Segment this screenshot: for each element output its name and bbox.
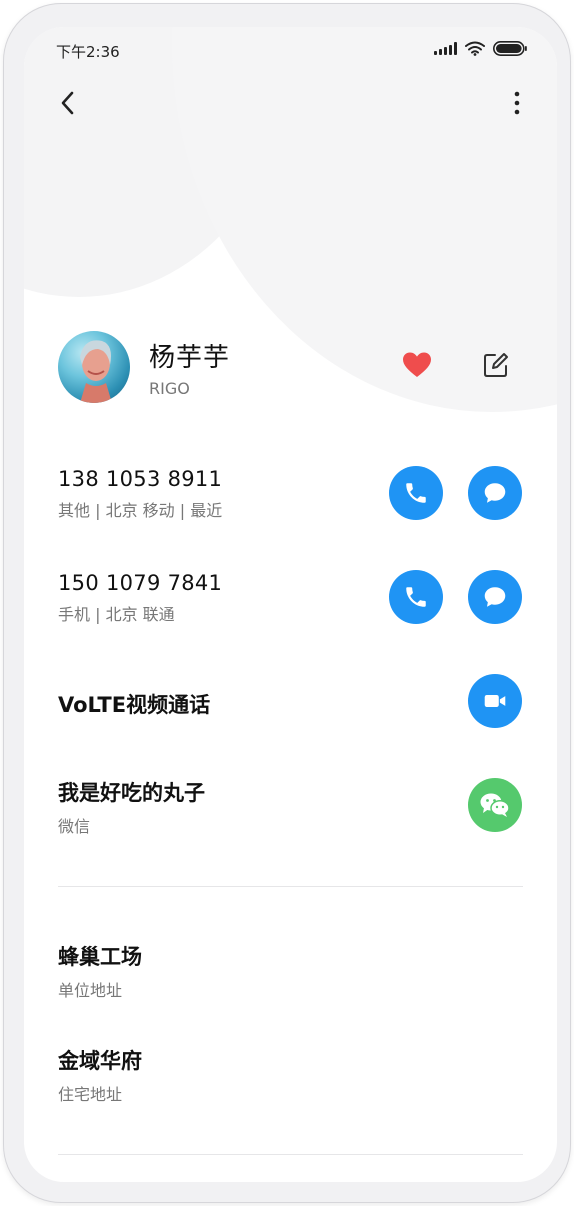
wechat-icon: [480, 793, 510, 817]
call-button-1[interactable]: [389, 466, 443, 520]
message-button-2[interactable]: [468, 570, 522, 624]
status-icons: [434, 41, 527, 56]
address-label: 单位地址: [58, 981, 123, 1000]
contact-company: RIGO: [149, 379, 190, 398]
wechat-label: 微信: [58, 817, 91, 836]
back-button[interactable]: [54, 87, 82, 119]
phone-row-2[interactable]: 150 1079 7841 手机 | 北京 联通: [58, 571, 523, 625]
more-vertical-icon: [514, 91, 520, 115]
section-divider: [58, 886, 523, 887]
address-row-home[interactable]: 金域华府 住宅地址: [58, 1045, 523, 1105]
battery-icon: [493, 41, 527, 56]
chat-bubble-icon: [484, 587, 506, 607]
phone-icon: [406, 483, 426, 503]
video-call-button[interactable]: [468, 674, 522, 728]
phone-number: 138 1053 8911: [58, 467, 223, 491]
phone-icon: [406, 587, 426, 607]
avatar-portrait-image: [80, 340, 112, 403]
volte-label: VoLTE视频通话: [58, 693, 211, 717]
phone-frame: 下午2:36 杨芋芋 RIGO 138 1053 8911 其他 | 北京 移动…: [3, 3, 571, 1203]
video-camera-icon: [484, 695, 506, 707]
heart-icon: [403, 352, 431, 377]
phone-detail: 手机 | 北京 联通: [58, 605, 175, 624]
wechat-button[interactable]: [468, 778, 522, 832]
status-bar: 下午2:36: [24, 27, 557, 73]
chat-bubble-icon: [484, 483, 506, 503]
phone-row-1[interactable]: 138 1053 8911 其他 | 北京 移动 | 最近: [58, 467, 523, 521]
contact-name: 杨芋芋: [149, 343, 231, 373]
contact-detail-screen: 下午2:36 杨芋芋 RIGO 138 1053 8911 其他 | 北京 移动…: [24, 27, 557, 1182]
address-row-work[interactable]: 蜂巢工场 单位地址: [58, 941, 523, 1001]
call-button-2[interactable]: [389, 570, 443, 624]
wechat-row[interactable]: 我是好吃的丸子 微信: [58, 777, 523, 837]
edit-button[interactable]: [482, 351, 510, 379]
address-label: 住宅地址: [58, 1085, 123, 1104]
more-options-button[interactable]: [507, 87, 527, 119]
chevron-left-icon: [61, 91, 74, 115]
edit-icon: [484, 353, 508, 377]
address-value: 蜂巢工场: [58, 945, 142, 969]
status-time: 下午2:36: [56, 43, 120, 61]
wifi-icon: [465, 41, 485, 56]
message-button-1[interactable]: [468, 466, 522, 520]
phone-number: 150 1079 7841: [58, 571, 223, 595]
volte-row[interactable]: VoLTE视频通话: [58, 689, 523, 719]
section-divider: [58, 1154, 523, 1155]
avatar: [58, 331, 130, 403]
phone-detail: 其他 | 北京 移动 | 最近: [58, 501, 223, 520]
address-value: 金域华府: [58, 1049, 142, 1073]
wechat-name: 我是好吃的丸子: [58, 781, 205, 805]
favorite-button[interactable]: [402, 351, 432, 379]
signal-icon: [434, 42, 457, 55]
